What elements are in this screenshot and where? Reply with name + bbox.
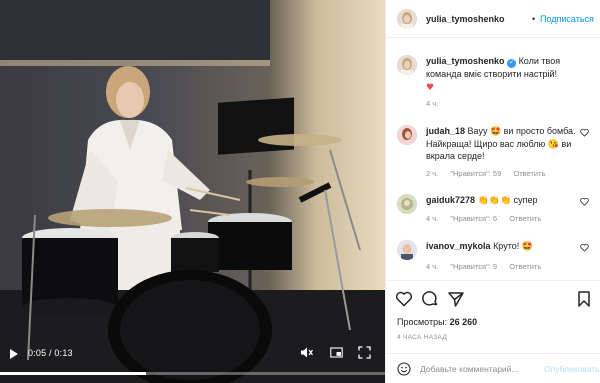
video-frame [0, 0, 361, 383]
comment-likes[interactable]: "Нравится": 6 [450, 214, 497, 223]
comment-likes[interactable]: "Нравится": 9 [450, 262, 497, 271]
comment-time: 4 ч. [426, 262, 439, 271]
comment-avatar[interactable] [397, 194, 417, 214]
mute-icon[interactable] [300, 346, 313, 359]
comment-meta: 2 ч. "Нравится": 59 Ответить [426, 169, 555, 178]
reply-button[interactable]: Ответить [509, 262, 541, 271]
post-action-bar [386, 280, 600, 316]
author-avatar[interactable] [397, 9, 417, 29]
comment-input[interactable] [420, 362, 538, 376]
comment-like-icon[interactable] [580, 243, 589, 252]
comment-avatar[interactable] [397, 240, 417, 260]
comment-username[interactable]: ivanov_mykola [426, 241, 491, 251]
caption-body: yulia_tymoshenko ✓ Коли твоя команда вмі… [426, 55, 586, 94]
video-progress-fill [0, 372, 147, 375]
comment-username[interactable]: judah_18 [426, 126, 465, 136]
comment-like-icon[interactable] [580, 128, 589, 137]
comment-time: 4 ч. [426, 214, 439, 223]
caption-username[interactable]: yulia_tymoshenko [426, 56, 505, 66]
views-count: Просмотры: 26 260 [397, 317, 477, 327]
publish-button[interactable]: Опубликовать [544, 364, 600, 374]
post-side-panel: yulia_tymoshenko • Подписаться yulia_tym… [385, 0, 600, 383]
header-separator: • [532, 14, 536, 24]
comment-text: Круто! 🤩 [493, 241, 533, 251]
verified-icon: ✓ [507, 59, 517, 68]
comment-body: gaiduk7278 👏👏👏 супер [426, 194, 586, 207]
caption-avatar[interactable] [397, 55, 417, 75]
comment-body: judah_18 Вауу 🤩 ви просто бомба. Найкращ… [426, 125, 586, 163]
play-icon[interactable] [10, 349, 18, 359]
smile-icon[interactable] [397, 362, 411, 376]
reply-button[interactable]: Ответить [513, 169, 545, 178]
reply-button[interactable]: Ответить [509, 214, 541, 223]
comment-avatar[interactable] [397, 125, 417, 145]
comment-icon[interactable] [421, 290, 439, 308]
post-age[interactable]: 4 ЧАСА НАЗАД [397, 334, 447, 341]
post-header: yulia_tymoshenko • Подписаться [386, 0, 600, 38]
caption-time: 4 ч. [426, 99, 439, 108]
comment-time: 2 ч. [426, 169, 439, 178]
author-username[interactable]: yulia_tymoshenko [426, 14, 505, 24]
views-value: 26 260 [449, 317, 478, 327]
heart-emoji-icon: ♥ [426, 82, 435, 93]
comment-likes[interactable]: "Нравится": 59 [450, 169, 501, 178]
share-icon[interactable] [447, 290, 465, 308]
heart-icon[interactable] [395, 290, 413, 308]
views-label: Просмотры: [397, 317, 448, 327]
video-progress-bar[interactable] [0, 372, 385, 375]
follow-button[interactable]: Подписаться [540, 14, 594, 24]
video-player[interactable]: 0:05 / 0:13 [0, 0, 385, 383]
pip-icon[interactable] [330, 346, 343, 359]
fullscreen-icon[interactable] [358, 346, 371, 359]
bookmark-icon[interactable] [575, 290, 593, 308]
comment-text: 👏👏👏 супер [477, 195, 538, 205]
caption-meta: 4 ч. [426, 99, 448, 108]
video-timecode: 0:05 / 0:13 [28, 348, 73, 358]
comment-like-icon[interactable] [580, 197, 589, 206]
comment-username[interactable]: gaiduk7278 [426, 195, 475, 205]
comment-body: ivanov_mykola Круто! 🤩 [426, 240, 586, 253]
comment-composer: Опубликовать [386, 353, 600, 383]
comment-meta: 4 ч. "Нравится": 9 Ответить [426, 262, 551, 271]
comment-meta: 4 ч. "Нравится": 6 Ответить [426, 214, 551, 223]
